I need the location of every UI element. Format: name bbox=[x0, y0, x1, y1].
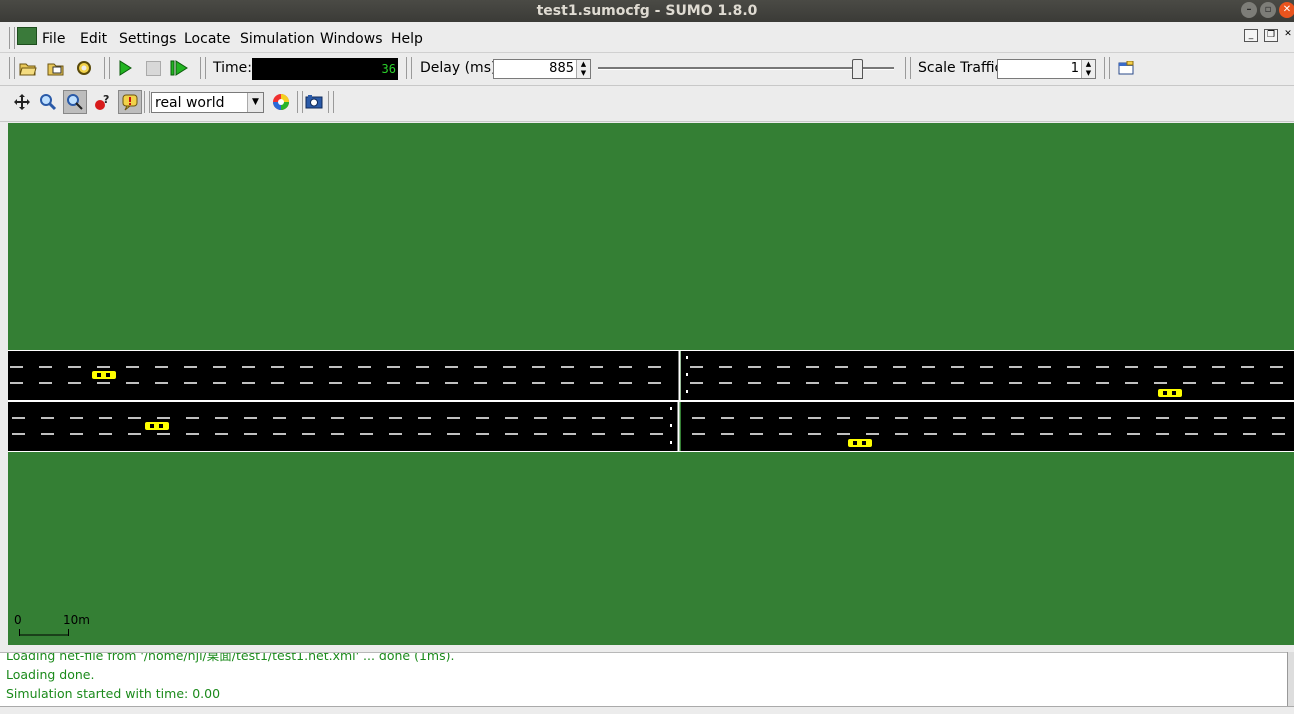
view-toolbar: ? real world ▼ bbox=[0, 86, 1294, 122]
window-title: test1.sumocfg - SUMO 1.8.0 bbox=[536, 3, 758, 19]
network-drawing bbox=[8, 350, 1294, 636]
vehicle[interactable] bbox=[92, 371, 116, 379]
stop-marker bbox=[670, 407, 672, 410]
time-display: 36 bbox=[252, 58, 398, 80]
stop-marker bbox=[686, 390, 688, 393]
toolbar-separator bbox=[905, 57, 911, 79]
delay-slider-thumb[interactable] bbox=[852, 59, 863, 79]
toolbar-grip[interactable] bbox=[9, 57, 15, 79]
play-icon[interactable] bbox=[114, 57, 136, 79]
menu-settings[interactable]: Settings bbox=[119, 31, 176, 47]
scale-zero-label: 0 bbox=[14, 613, 22, 627]
window-titlebar: test1.sumocfg - SUMO 1.8.0 – ▫ ✕ bbox=[0, 0, 1294, 22]
stop-marker bbox=[670, 441, 672, 444]
menu-grip[interactable] bbox=[9, 27, 15, 49]
simulation-toolbar: Time: 36 Delay (ms): 885 ▲ ▼ Scale Traffi… bbox=[0, 52, 1294, 86]
new-view-icon[interactable] bbox=[1115, 57, 1137, 79]
mdi-restore-icon[interactable]: ❐ bbox=[1264, 29, 1278, 42]
stop-icon[interactable] bbox=[142, 57, 164, 79]
log-line: Loading done. bbox=[6, 667, 95, 682]
delay-value: 885 bbox=[549, 61, 574, 76]
delay-label: Delay (ms): bbox=[420, 60, 502, 76]
menu-file[interactable]: File bbox=[42, 31, 65, 47]
log-scrollbar[interactable] bbox=[1287, 652, 1294, 706]
menu-simulation[interactable]: Simulation bbox=[240, 31, 315, 47]
menu-bar: File Edit Settings Locate Simulation Win… bbox=[0, 24, 1294, 52]
app-icon bbox=[17, 27, 37, 45]
simulation-view[interactable]: 0 10m bbox=[8, 123, 1294, 645]
vehicle[interactable] bbox=[145, 422, 169, 430]
log-line: Loading net-file from '/home/hjl/桌面/test… bbox=[6, 652, 455, 663]
menu-windows[interactable]: Windows bbox=[320, 31, 383, 47]
log-line: Simulation started with time: 0.00 bbox=[6, 686, 221, 701]
open-config-icon[interactable] bbox=[17, 57, 39, 79]
delay-spin-arrows-icon[interactable]: ▲ ▼ bbox=[576, 60, 590, 78]
stop-marker bbox=[670, 424, 672, 427]
delay-input[interactable]: 885 ▲ ▼ bbox=[493, 59, 591, 79]
menu-edit[interactable]: Edit bbox=[80, 31, 107, 47]
chevron-down-icon[interactable]: ▼ bbox=[247, 93, 263, 112]
zoom-icon[interactable] bbox=[37, 91, 59, 113]
open-network-icon[interactable] bbox=[45, 57, 67, 79]
tooltip-icon[interactable]: ? bbox=[91, 91, 113, 113]
delay-slider-track[interactable] bbox=[598, 67, 894, 70]
color-scheme-select[interactable]: real world ▼ bbox=[151, 92, 264, 113]
stop-marker bbox=[686, 356, 688, 359]
scale-ten-label: 10m bbox=[63, 613, 90, 627]
toolbar-separator bbox=[1104, 57, 1110, 79]
svg-text:?: ? bbox=[103, 93, 109, 106]
toolbar-separator bbox=[144, 91, 150, 113]
toolbar-separator bbox=[406, 57, 412, 79]
color-scheme-value: real world bbox=[155, 95, 225, 111]
edit-coloring-icon[interactable] bbox=[270, 91, 292, 113]
minimize-icon[interactable]: – bbox=[1241, 2, 1257, 18]
toolbar-separator bbox=[104, 57, 110, 79]
mdi-close-icon[interactable]: ✕ bbox=[1282, 29, 1294, 40]
vehicle[interactable] bbox=[1158, 389, 1182, 397]
stop-marker bbox=[686, 373, 688, 376]
menu-locate[interactable]: Locate bbox=[184, 31, 231, 47]
recenter-view-icon[interactable] bbox=[11, 91, 33, 113]
show-messages-icon[interactable] bbox=[118, 90, 142, 114]
step-icon[interactable] bbox=[168, 57, 190, 79]
toolbar-separator bbox=[200, 57, 206, 79]
scale-spin-arrows-icon[interactable]: ▲ ▼ bbox=[1081, 60, 1095, 78]
menu-help[interactable]: Help bbox=[391, 31, 423, 47]
maximize-icon[interactable]: ▫ bbox=[1260, 2, 1276, 18]
close-icon[interactable]: ✕ bbox=[1279, 2, 1294, 18]
message-log[interactable]: Loading net-file from '/home/hjl/桌面/test… bbox=[0, 652, 1287, 707]
scale-traffic-label: Scale Traffic: bbox=[918, 60, 1007, 76]
scale-traffic-value: 1 bbox=[1070, 61, 1079, 76]
vehicle[interactable] bbox=[848, 439, 872, 447]
toolbar-separator bbox=[328, 91, 334, 113]
reload-icon[interactable] bbox=[73, 57, 95, 79]
locate-icon[interactable] bbox=[63, 90, 87, 114]
screenshot-icon[interactable] bbox=[303, 91, 325, 113]
time-label: Time: bbox=[213, 60, 252, 76]
scale-traffic-input[interactable]: 1 ▲ ▼ bbox=[997, 59, 1096, 79]
mdi-minimize-icon[interactable]: _ bbox=[1244, 29, 1258, 42]
